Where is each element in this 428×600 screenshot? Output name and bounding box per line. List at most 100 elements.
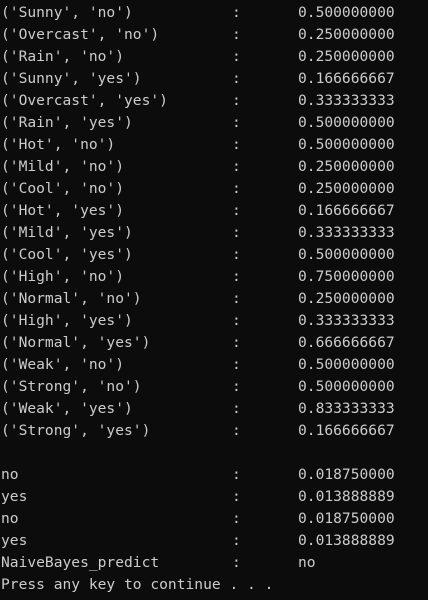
probability-row: ('Hot', 'yes'): 0.166666667 <box>0 200 428 222</box>
probability-row: ('Overcast', 'no'): 0.250000000 <box>0 24 428 46</box>
row-key: ('Strong', 'no') <box>1 378 142 395</box>
row-value: 0.250000000 <box>298 158 395 175</box>
probability-row: ('Weak', 'yes'): 0.833333333 <box>0 398 428 420</box>
probability-row: ('Weak', 'no'): 0.500000000 <box>0 354 428 376</box>
probability-row: ('Sunny', 'no'): 0.500000000 <box>0 2 428 24</box>
probability-row: ('Strong', 'no'): 0.500000000 <box>0 376 428 398</box>
row-key: ('Hot', 'no') <box>1 136 116 153</box>
probability-row: ('Sunny', 'yes'): 0.166666667 <box>0 68 428 90</box>
row-separator: : <box>232 4 241 21</box>
result-separator: : <box>232 510 241 527</box>
row-key: ('Mild', 'yes') <box>1 224 133 241</box>
prediction-row: NaiveBayes_predict: no <box>0 552 428 574</box>
row-key: ('Weak', 'yes') <box>1 400 133 417</box>
row-key: ('Cool', 'yes') <box>1 246 133 263</box>
result-row: no: 0.018750000 <box>0 508 428 530</box>
row-key: ('Overcast', 'no') <box>1 26 160 43</box>
probability-row: ('Cool', 'no'): 0.250000000 <box>0 178 428 200</box>
row-separator: : <box>232 26 241 43</box>
row-value: 0.333333333 <box>298 312 395 329</box>
console-window: ('Sunny', 'no'): 0.500000000 ('Overcast',… <box>0 0 428 600</box>
row-key: ('Cool', 'no') <box>1 180 125 197</box>
result-value: 0.013888889 <box>298 488 395 505</box>
row-value: 0.333333333 <box>298 224 395 241</box>
result-key: no <box>1 510 19 527</box>
row-value: 0.166666667 <box>298 422 395 439</box>
row-separator: : <box>232 290 241 307</box>
row-key: ('Sunny', 'no') <box>1 4 133 21</box>
row-value: 0.250000000 <box>298 180 395 197</box>
result-row: no: 0.018750000 <box>0 464 428 486</box>
result-value: 0.018750000 <box>298 510 395 527</box>
probability-row: ('Hot', 'no'): 0.500000000 <box>0 134 428 156</box>
row-value: 0.833333333 <box>298 400 395 417</box>
result-value: 0.013888889 <box>298 532 395 549</box>
probability-row: ('Normal', 'yes'): 0.666666667 <box>0 332 428 354</box>
result-separator: : <box>232 532 241 549</box>
result-key: yes <box>1 532 28 549</box>
row-separator: : <box>232 158 241 175</box>
result-key: no <box>1 466 19 483</box>
row-key: ('High', 'no') <box>1 268 125 285</box>
continue-prompt-row: Press any key to continue . . . <box>0 574 428 596</box>
probability-row: ('High', 'no'): 0.750000000 <box>0 266 428 288</box>
row-value: 0.166666667 <box>298 202 395 219</box>
row-separator: : <box>232 400 241 417</box>
row-value: 0.500000000 <box>298 114 395 131</box>
result-key: yes <box>1 488 28 505</box>
row-value: 0.250000000 <box>298 290 395 307</box>
row-separator: : <box>232 114 241 131</box>
row-separator: : <box>232 224 241 241</box>
prediction-value: no <box>298 554 316 571</box>
row-separator: : <box>232 48 241 65</box>
row-key: ('Rain', 'yes') <box>1 114 133 131</box>
probability-row: ('High', 'yes'): 0.333333333 <box>0 310 428 332</box>
row-value: 0.333333333 <box>298 92 395 109</box>
row-separator: : <box>232 422 241 439</box>
row-key: ('Normal', 'no') <box>1 290 142 307</box>
row-separator: : <box>232 312 241 329</box>
row-separator: : <box>232 246 241 263</box>
prediction-key: NaiveBayes_predict <box>1 554 160 571</box>
result-separator: : <box>232 466 241 483</box>
row-key: ('Strong', 'yes') <box>1 422 151 439</box>
row-key: ('Rain', 'no') <box>1 48 125 65</box>
row-separator: : <box>232 334 241 351</box>
row-key: ('Hot', 'yes') <box>1 202 125 219</box>
result-row: yes: 0.013888889 <box>0 530 428 552</box>
row-separator: : <box>232 136 241 153</box>
row-value: 0.666666667 <box>298 334 395 351</box>
row-value: 0.750000000 <box>298 268 395 285</box>
row-value: 0.250000000 <box>298 48 395 65</box>
row-value: 0.166666667 <box>298 70 395 87</box>
row-value: 0.500000000 <box>298 4 395 21</box>
row-value: 0.500000000 <box>298 246 395 263</box>
probability-row: ('Normal', 'no'): 0.250000000 <box>0 288 428 310</box>
row-separator: : <box>232 180 241 197</box>
row-separator: : <box>232 268 241 285</box>
row-key: ('Overcast', 'yes') <box>1 92 168 109</box>
row-key: ('Mild', 'no') <box>1 158 125 175</box>
row-value: 0.250000000 <box>298 26 395 43</box>
result-row: yes: 0.013888889 <box>0 486 428 508</box>
row-key: ('Weak', 'no') <box>1 356 125 373</box>
probability-row: ('Cool', 'yes'): 0.500000000 <box>0 244 428 266</box>
row-value: 0.500000000 <box>298 136 395 153</box>
row-separator: : <box>232 356 241 373</box>
row-separator: : <box>232 92 241 109</box>
continue-prompt: Press any key to continue . . . <box>1 576 274 593</box>
result-separator: : <box>232 488 241 505</box>
row-value: 0.500000000 <box>298 356 395 373</box>
probability-row: ('Rain', 'yes'): 0.500000000 <box>0 112 428 134</box>
row-separator: : <box>232 202 241 219</box>
row-separator: : <box>232 378 241 395</box>
probability-row: ('Overcast', 'yes'): 0.333333333 <box>0 90 428 112</box>
probability-row: ('Strong', 'yes'): 0.166666667 <box>0 420 428 442</box>
prediction-separator: : <box>232 554 241 571</box>
probability-row: ('Mild', 'yes'): 0.333333333 <box>0 222 428 244</box>
row-separator: : <box>232 70 241 87</box>
row-key: ('High', 'yes') <box>1 312 133 329</box>
row-key: ('Sunny', 'yes') <box>1 70 142 87</box>
row-key: ('Normal', 'yes') <box>1 334 151 351</box>
